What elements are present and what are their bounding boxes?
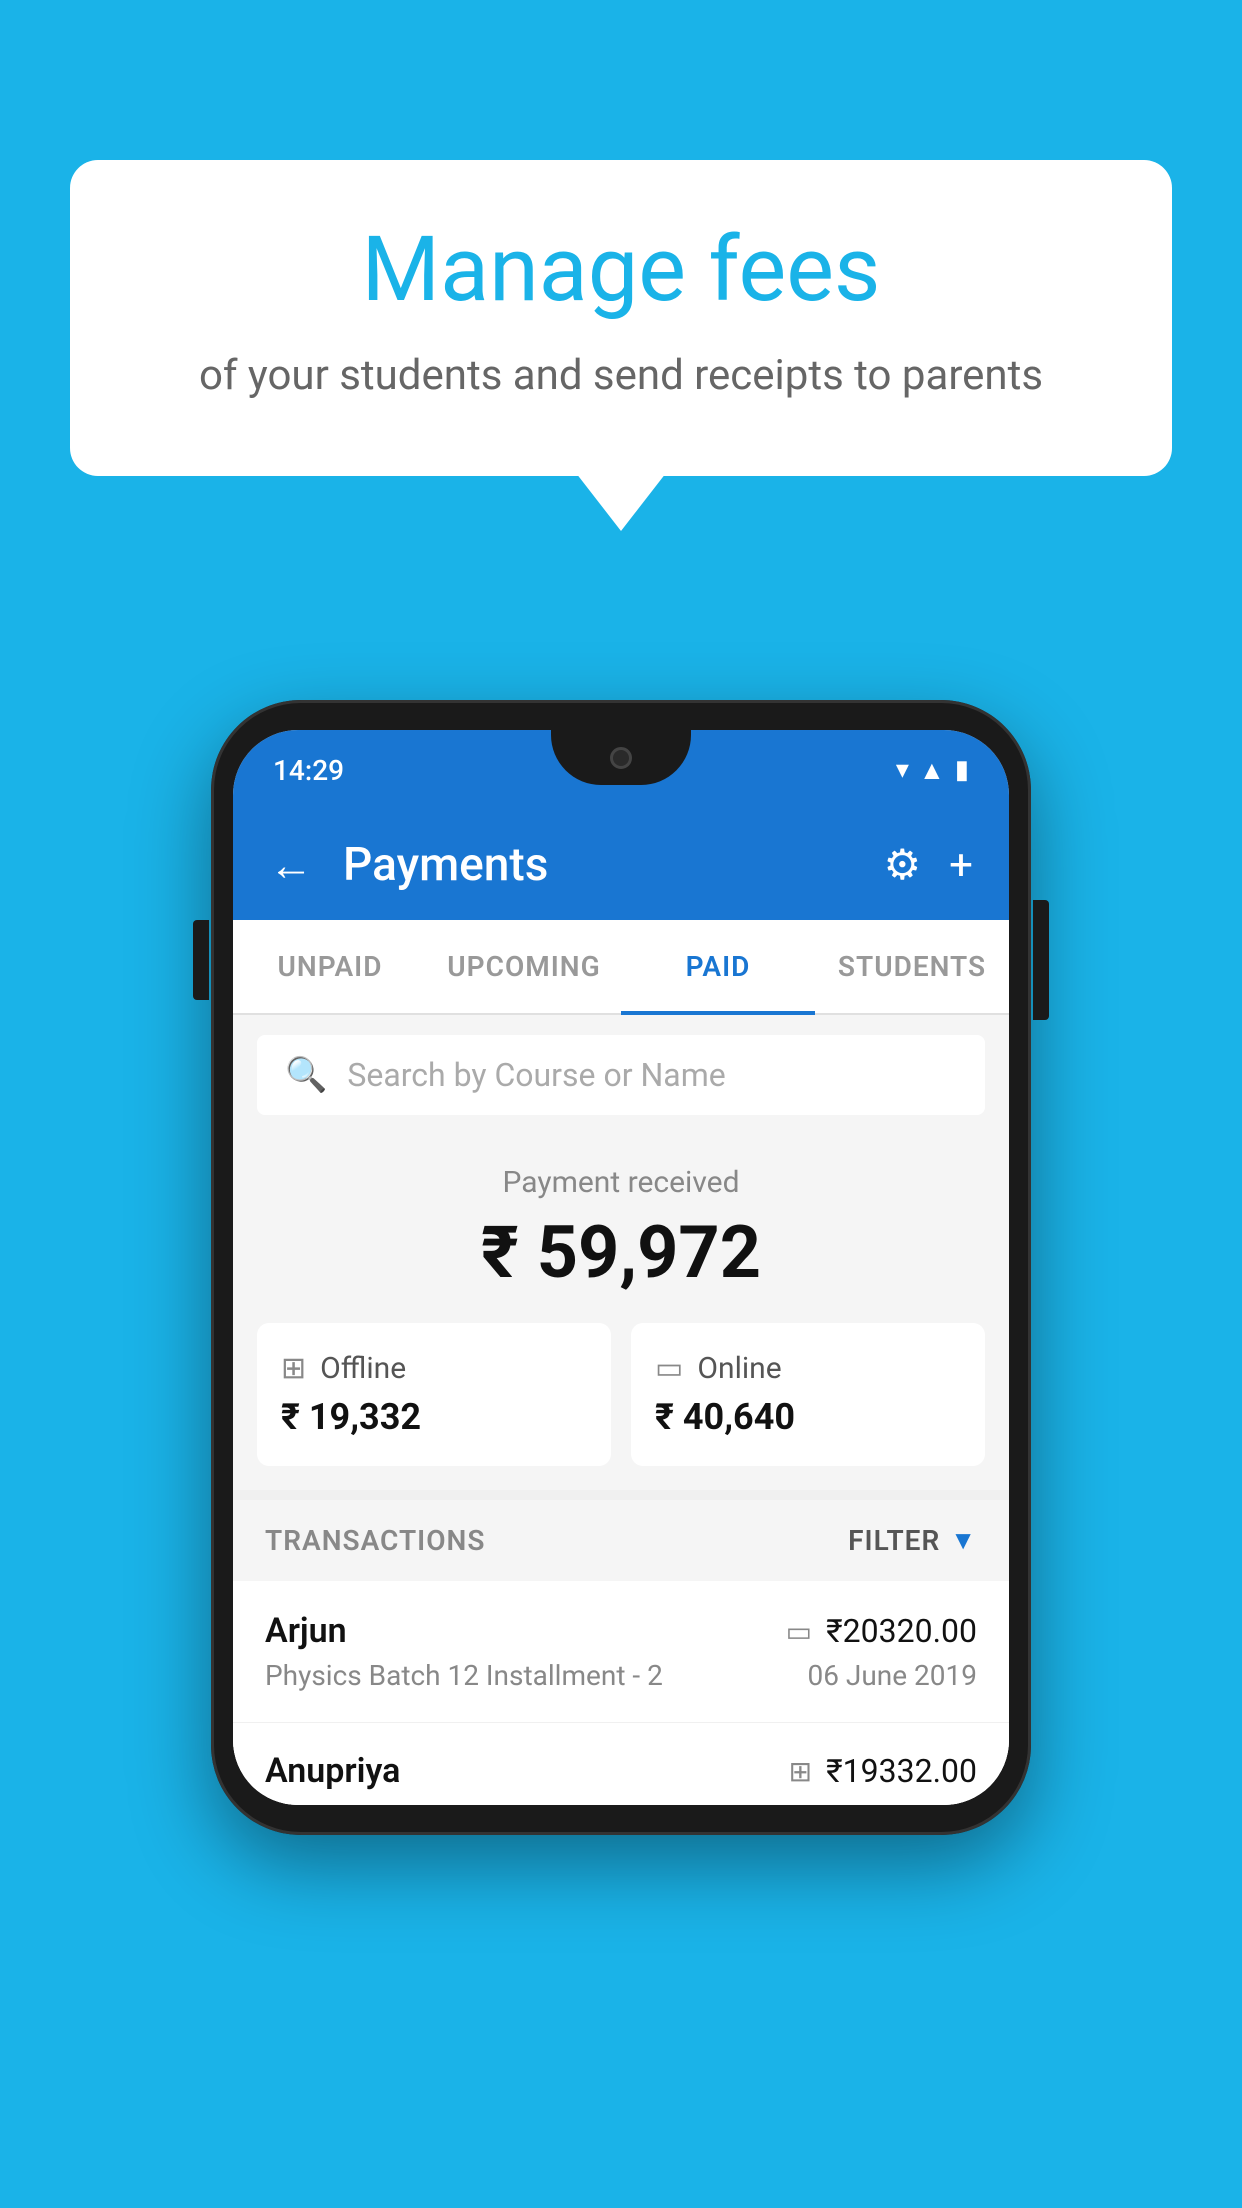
status-bar: 14:29 ▾ ▲ ▮ (233, 730, 1009, 810)
status-icons: ▾ ▲ ▮ (896, 755, 969, 786)
tab-students[interactable]: STUDENTS (815, 920, 1009, 1013)
header-actions: ⚙ + (884, 840, 974, 890)
search-bar[interactable]: 🔍 Search by Course or Name (257, 1035, 985, 1115)
bubble-title: Manage fees (150, 220, 1092, 319)
payment-method-icon: ▭ (786, 1615, 812, 1648)
table-row: Arjun ▭ ₹20320.00 Physics Batch 12 Insta… (233, 1581, 1009, 1723)
transaction-amount: ₹19332.00 (826, 1752, 977, 1790)
transaction-amount-wrap: ⊞ ₹19332.00 (789, 1752, 977, 1790)
transaction-name: Arjun (265, 1611, 347, 1651)
payment-cards: ⊞ Offline ₹ 19,332 ▭ Online ₹ 40,640 (257, 1323, 985, 1466)
phone-screen: 14:29 ▾ ▲ ▮ ← Payments ⚙ + (233, 730, 1009, 1805)
transaction-course: Physics Batch 12 Installment - 2 (265, 1659, 663, 1692)
back-button[interactable]: ← (269, 839, 313, 891)
transaction-bottom: Physics Batch 12 Installment - 2 06 June… (265, 1659, 977, 1692)
online-card: ▭ Online ₹ 40,640 (631, 1323, 985, 1466)
search-placeholder: Search by Course or Name (347, 1056, 725, 1094)
transaction-amount: ₹20320.00 (826, 1612, 977, 1650)
wifi-icon: ▾ (896, 755, 909, 785)
offline-card-header: ⊞ Offline (281, 1351, 406, 1386)
speech-bubble: Manage fees of your students and send re… (70, 160, 1172, 476)
app-header: ← Payments ⚙ + (233, 810, 1009, 920)
bubble-subtitle: of your students and send receipts to pa… (150, 347, 1092, 406)
payment-summary: Payment received ₹ 59,972 ⊞ Offline ₹ 19… (233, 1135, 1009, 1490)
notch-cutout (551, 730, 691, 785)
payment-received-label: Payment received (257, 1165, 985, 1200)
transaction-top: Arjun ▭ ₹20320.00 (265, 1611, 977, 1651)
search-icon: 🔍 (285, 1055, 327, 1095)
online-icon: ▭ (655, 1351, 683, 1386)
offline-card: ⊞ Offline ₹ 19,332 (257, 1323, 611, 1466)
offline-label: Offline (320, 1351, 406, 1386)
phone-outer: 14:29 ▾ ▲ ▮ ← Payments ⚙ + (211, 700, 1031, 1835)
search-section: 🔍 Search by Course or Name (233, 1015, 1009, 1135)
filter-icon: ▼ (950, 1525, 977, 1556)
online-label: Online (697, 1351, 781, 1386)
transaction-date: 06 June 2019 (807, 1659, 977, 1692)
filter-button[interactable]: FILTER ▼ (848, 1524, 977, 1557)
tabs-row: UNPAID UPCOMING PAID STUDENTS (233, 920, 1009, 1015)
settings-icon[interactable]: ⚙ (884, 840, 922, 890)
transactions-label: TRANSACTIONS (265, 1524, 485, 1557)
tab-upcoming[interactable]: UPCOMING (427, 920, 621, 1013)
filter-label: FILTER (848, 1524, 940, 1557)
header-title: Payments (343, 838, 864, 892)
transaction-top-partial: Anupriya ⊞ ₹19332.00 (265, 1751, 977, 1791)
tab-unpaid[interactable]: UNPAID (233, 920, 427, 1013)
phone-wrapper: 14:29 ▾ ▲ ▮ ← Payments ⚙ + (211, 700, 1031, 1835)
camera-dot (610, 747, 632, 769)
offline-amount: ₹ 19,332 (281, 1396, 421, 1438)
payment-method-icon: ⊞ (789, 1755, 812, 1788)
transaction-list: Arjun ▭ ₹20320.00 Physics Batch 12 Insta… (233, 1581, 1009, 1805)
offline-icon: ⊞ (281, 1351, 306, 1386)
transactions-header: TRANSACTIONS FILTER ▼ (233, 1500, 1009, 1581)
transaction-amount-wrap: ▭ ₹20320.00 (786, 1612, 977, 1650)
transaction-name: Anupriya (265, 1751, 400, 1791)
payment-total-amount: ₹ 59,972 (257, 1210, 985, 1295)
table-row: Anupriya ⊞ ₹19332.00 (233, 1723, 1009, 1805)
speech-bubble-container: Manage fees of your students and send re… (70, 160, 1172, 476)
signal-icon: ▲ (919, 755, 945, 786)
online-amount: ₹ 40,640 (655, 1396, 795, 1438)
tab-paid[interactable]: PAID (621, 920, 815, 1013)
add-icon[interactable]: + (949, 841, 973, 890)
battery-icon: ▮ (955, 755, 969, 785)
status-time: 14:29 (273, 754, 344, 787)
online-card-header: ▭ Online (655, 1351, 782, 1386)
